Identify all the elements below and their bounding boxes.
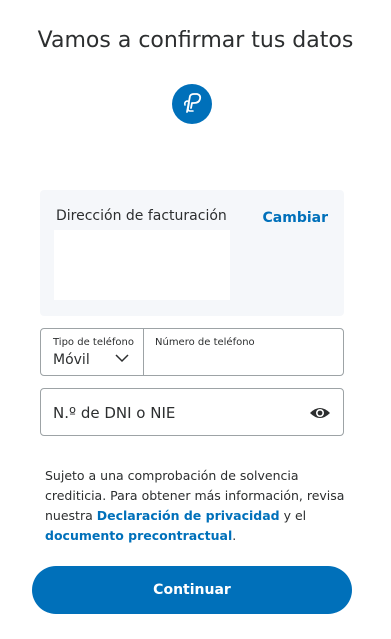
chevron-down-icon — [115, 354, 129, 363]
precontract-document-link[interactable]: documento precontractual — [45, 528, 232, 543]
phone-number-field[interactable]: Número de teléfono — [144, 329, 343, 375]
disclaimer-text-middle: y el — [279, 508, 307, 523]
phone-type-label: Tipo de teléfono — [53, 337, 135, 348]
page-title: Vamos a confirmar tus datos — [37, 28, 354, 53]
billing-address-box — [54, 230, 230, 300]
eye-icon[interactable] — [309, 403, 331, 423]
phone-number-input[interactable] — [154, 351, 334, 371]
dni-input[interactable] — [53, 401, 293, 425]
paypal-logo-icon — [172, 84, 212, 124]
disclaimer-text-end: . — [232, 528, 237, 543]
phone-type-value: Móvil — [53, 352, 90, 368]
phone-input-group: Tipo de teléfono Móvil Número de teléfon… — [40, 328, 344, 376]
continue-button[interactable]: Continuar — [32, 566, 352, 614]
dni-field — [40, 388, 344, 436]
credit-disclaimer: Sujeto a una comprobación de solvencia c… — [45, 466, 345, 546]
phone-number-label: Número de teléfono — [155, 337, 255, 348]
privacy-policy-link[interactable]: Declaración de privacidad — [97, 508, 280, 523]
phone-type-select[interactable]: Tipo de teléfono Móvil — [41, 329, 144, 375]
billing-address-card: Dirección de facturación Cambiar — [40, 190, 344, 316]
billing-address-label: Dirección de facturación — [56, 208, 227, 224]
change-billing-link[interactable]: Cambiar — [263, 210, 328, 226]
